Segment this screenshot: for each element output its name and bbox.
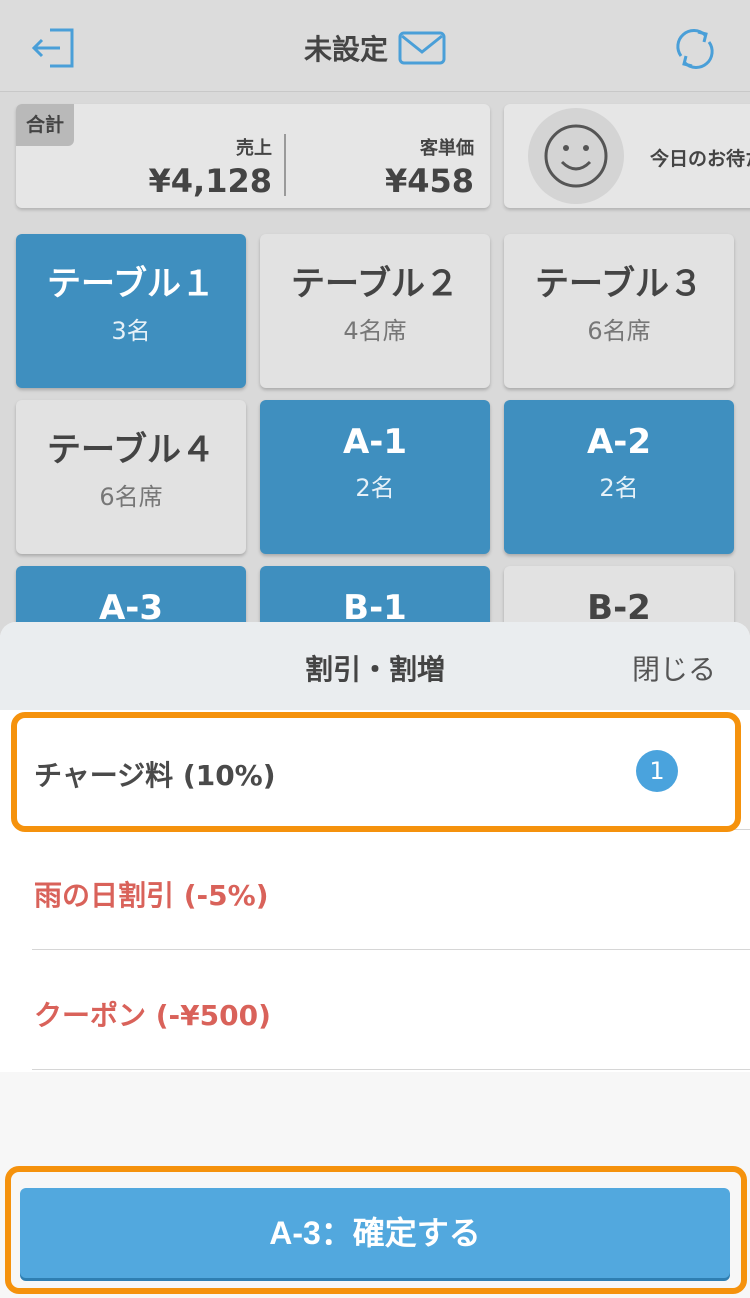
sales-summary-card[interactable]: 合計 売上 ¥4,128 客単価 ¥458 xyxy=(16,104,490,208)
item-label: クーポン (-¥500) xyxy=(34,999,271,1032)
table-seats: 3名 xyxy=(111,317,151,345)
refresh-icon[interactable] xyxy=(672,26,718,72)
table-tile[interactable]: テーブル１ 3名 xyxy=(16,234,246,388)
table-seats: 6名席 xyxy=(99,483,163,511)
sales-column: 売上 ¥4,128 xyxy=(149,134,272,200)
table-name: A-1 xyxy=(342,422,408,462)
sheet-header: 割引・割増 閉じる xyxy=(0,622,750,710)
page-title: 未設定 xyxy=(303,33,388,66)
table-seats: 2名 xyxy=(355,474,395,502)
table-name: テーブル３ xyxy=(535,264,703,304)
row-divider xyxy=(32,1069,750,1070)
table-seats: 4名席 xyxy=(343,317,407,345)
list-item-charge[interactable]: チャージ料 (10%) 1 xyxy=(0,710,750,830)
table-tile[interactable]: A-1 2名 xyxy=(260,400,490,554)
waiting-card[interactable]: 今日のお待た xyxy=(504,104,750,208)
table-name: テーブル１ xyxy=(47,264,215,304)
mail-icon[interactable] xyxy=(398,30,446,66)
total-tag: 合計 xyxy=(16,104,74,146)
waiting-label: 今日のお待た xyxy=(650,148,750,170)
table-tile[interactable]: テーブル３ 6名席 xyxy=(504,234,734,388)
table-seats: 2名 xyxy=(599,474,639,502)
table-tile[interactable]: テーブル４ 6名席 xyxy=(16,400,246,554)
item-label: 雨の日割引 (-5%) xyxy=(34,879,269,912)
sales-value: ¥4,128 xyxy=(148,162,272,200)
smile-icon xyxy=(544,124,608,188)
close-button[interactable]: 閉じる xyxy=(632,648,716,688)
count-badge: 1 xyxy=(636,750,678,792)
table-name: A-2 xyxy=(586,422,652,462)
list-item-rain-discount[interactable]: 雨の日割引 (-5%) xyxy=(0,830,750,950)
table-name: テーブル４ xyxy=(47,430,215,470)
unit-price-column: 客単価 ¥458 xyxy=(385,134,474,200)
item-label: チャージ料 (10%) xyxy=(34,759,276,792)
table-tile[interactable]: テーブル２ 4名席 xyxy=(260,234,490,388)
table-name: テーブル２ xyxy=(291,264,459,304)
table-tile[interactable]: A-2 2名 xyxy=(504,400,734,554)
unit-price-label: 客単価 xyxy=(420,138,474,159)
top-bar: 未設定 xyxy=(0,0,750,92)
summary-divider xyxy=(284,134,286,196)
confirm-button[interactable]: A-3：確定する xyxy=(20,1188,730,1278)
sales-label: 売上 xyxy=(236,138,272,159)
unit-price-value: ¥458 xyxy=(384,162,474,200)
title-group: 未設定 xyxy=(0,28,750,68)
table-seats: 6名席 xyxy=(587,317,651,345)
list-item-coupon[interactable]: クーポン (-¥500) xyxy=(0,950,750,1070)
discount-list: チャージ料 (10%) 1 雨の日割引 (-5%) クーポン (-¥500) xyxy=(0,710,750,1072)
